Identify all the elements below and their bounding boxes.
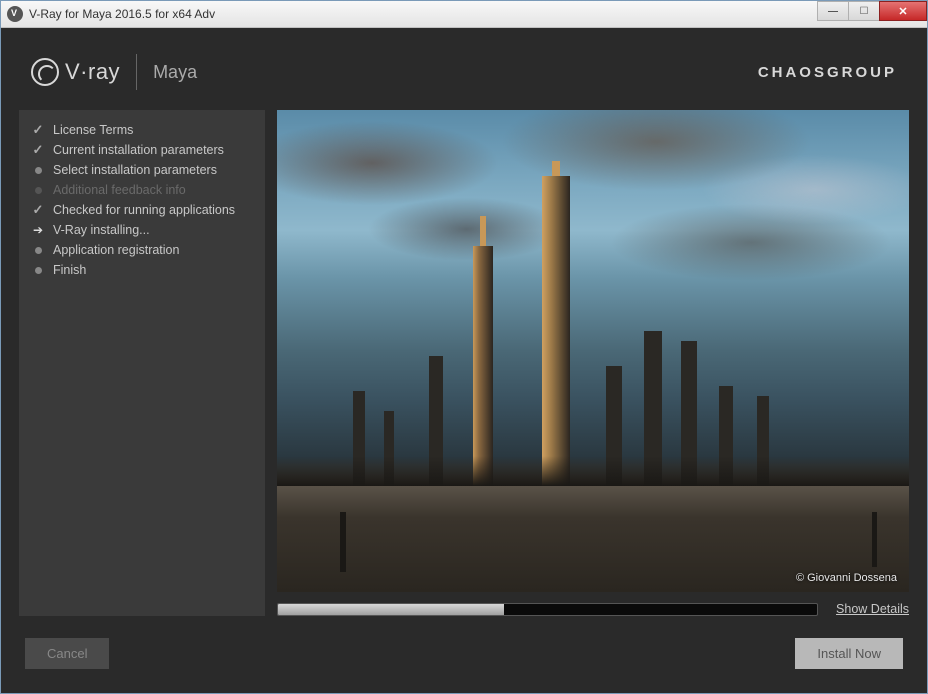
footer: Cancel Install Now [19, 616, 909, 675]
bullet-icon [31, 263, 45, 277]
titlebar[interactable]: V-Ray for Maya 2016.5 for x64 Adv [1, 1, 927, 28]
step-label: Additional feedback info [53, 183, 186, 197]
main-area: License Terms Current installation param… [19, 110, 909, 616]
progress-bar [277, 603, 818, 616]
bullet-icon [31, 183, 45, 197]
show-details-link[interactable]: Show Details [836, 602, 909, 616]
step-label: Select installation parameters [53, 163, 217, 177]
install-now-button[interactable]: Install Now [795, 638, 903, 669]
header: V·ray Maya CHAOSGROUP [19, 46, 909, 110]
preview-image: © Giovanni Dossena [277, 110, 909, 592]
app-icon [7, 6, 23, 22]
close-button[interactable] [879, 1, 927, 21]
window-title: V-Ray for Maya 2016.5 for x64 Adv [29, 7, 818, 21]
bullet-icon [31, 163, 45, 177]
bullet-icon [31, 243, 45, 257]
check-icon [31, 123, 45, 137]
installer-body: V·ray Maya CHAOSGROUP License Terms Curr… [1, 28, 927, 693]
logo-divider [136, 54, 137, 90]
step-current-params: Current installation parameters [27, 140, 257, 160]
platform-name: Maya [153, 62, 197, 83]
step-label: Application registration [53, 243, 179, 257]
logo-group: V·ray Maya [31, 54, 197, 90]
step-license-terms: License Terms [27, 120, 257, 140]
vray-swirl-icon [31, 58, 59, 86]
step-label: Current installation parameters [53, 143, 224, 157]
low-city [277, 456, 909, 486]
step-checked-apps: Checked for running applications [27, 200, 257, 220]
step-finish: Finish [27, 260, 257, 280]
step-select-params: Select installation parameters [27, 160, 257, 180]
company-logo: CHAOSGROUP [758, 64, 897, 81]
check-icon [31, 143, 45, 157]
sky-clouds [277, 110, 909, 375]
product-name: V·ray [65, 59, 120, 85]
arrow-icon [31, 223, 45, 237]
content-area: © Giovanni Dossena Show Details [277, 110, 909, 616]
step-feedback: Additional feedback info [27, 180, 257, 200]
installer-window: V-Ray for Maya 2016.5 for x64 Adv V·ray … [0, 0, 928, 694]
image-credit: © Giovanni Dossena [796, 572, 897, 584]
vray-logo: V·ray [31, 58, 120, 86]
progress-row: Show Details [277, 592, 909, 616]
step-registration: Application registration [27, 240, 257, 260]
step-label: Checked for running applications [53, 203, 235, 217]
step-label: Finish [53, 263, 86, 277]
step-installing: V-Ray installing... [27, 220, 257, 240]
step-label: V-Ray installing... [53, 223, 150, 237]
window-controls [818, 1, 927, 27]
progress-fill [278, 604, 504, 615]
cancel-button[interactable]: Cancel [25, 638, 109, 669]
maximize-button[interactable] [848, 1, 880, 21]
minimize-button[interactable] [817, 1, 849, 21]
steps-sidebar: License Terms Current installation param… [19, 110, 265, 616]
step-label: License Terms [53, 123, 133, 137]
check-icon [31, 203, 45, 217]
